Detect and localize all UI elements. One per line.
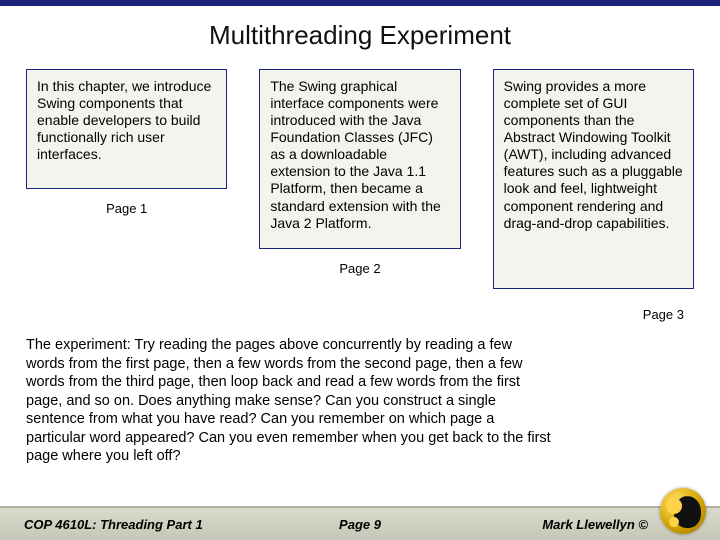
column-1: In this chapter, we introduce Swing comp… bbox=[26, 69, 227, 322]
card-page-1: In this chapter, we introduce Swing comp… bbox=[26, 69, 227, 189]
column-3: Swing provides a more complete set of GU… bbox=[493, 69, 694, 322]
columns: In this chapter, we introduce Swing comp… bbox=[26, 69, 694, 322]
card-page-2: The Swing graphical interface components… bbox=[259, 69, 460, 249]
slide-body: In this chapter, we introduce Swing comp… bbox=[0, 61, 720, 540]
label-page-1: Page 1 bbox=[106, 201, 147, 216]
experiment-paragraph: The experiment: Try reading the pages ab… bbox=[26, 336, 554, 466]
slide-title: Multithreading Experiment bbox=[0, 6, 720, 61]
column-2: The Swing graphical interface components… bbox=[259, 69, 460, 322]
card-page-3: Swing provides a more complete set of GU… bbox=[493, 69, 694, 289]
footer-bar: COP 4610L: Threading Part 1 Page 9 Mark … bbox=[0, 506, 720, 540]
footer-left: COP 4610L: Threading Part 1 bbox=[24, 517, 203, 532]
ucf-logo-icon bbox=[660, 488, 706, 534]
label-page-2: Page 2 bbox=[339, 261, 380, 276]
footer-center: Page 9 bbox=[339, 517, 381, 532]
footer-right: Mark Llewellyn © bbox=[542, 517, 648, 532]
slide: Multithreading Experiment In this chapte… bbox=[0, 0, 720, 540]
label-page-3: Page 3 bbox=[643, 307, 684, 322]
